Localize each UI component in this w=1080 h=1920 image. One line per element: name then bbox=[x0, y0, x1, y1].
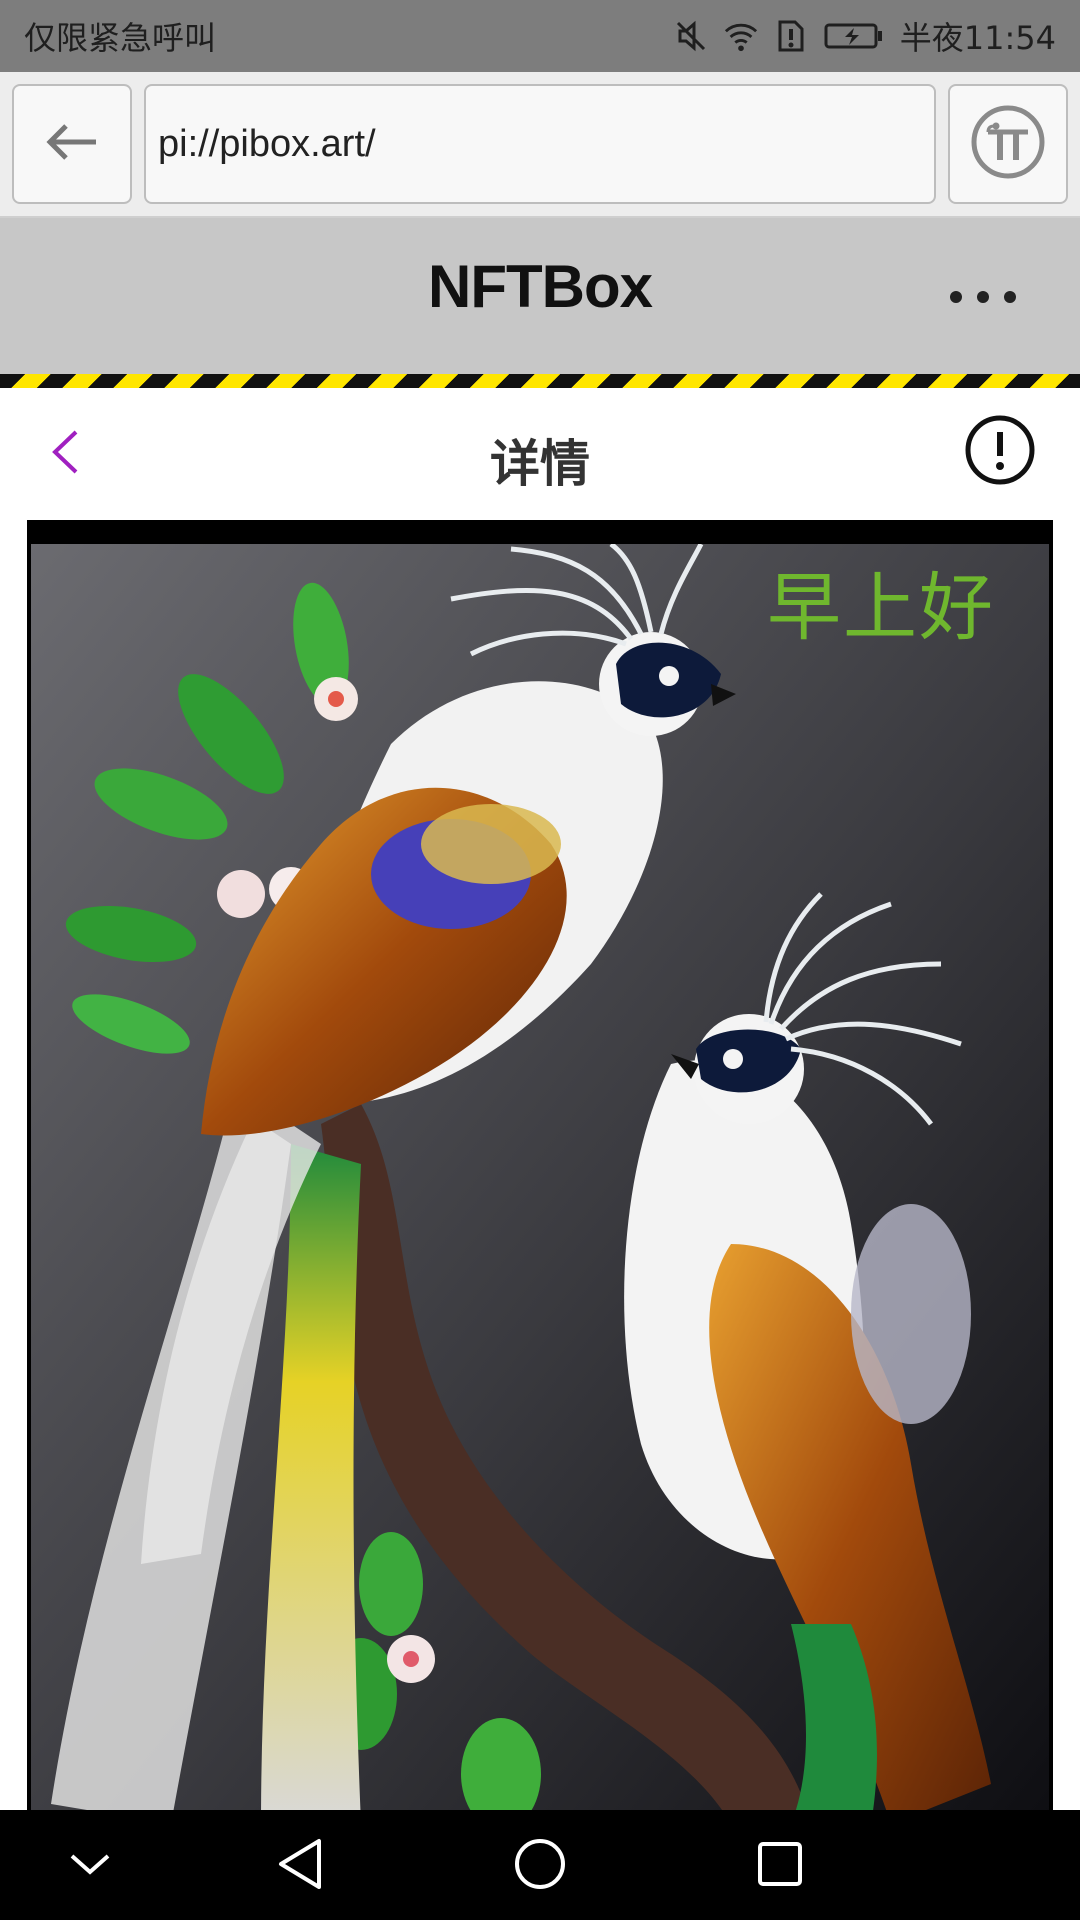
nav-recents-button[interactable] bbox=[748, 1834, 812, 1898]
hazard-stripe-divider bbox=[0, 374, 1080, 388]
more-horizontal-icon bbox=[1004, 291, 1016, 303]
birds-artwork bbox=[31, 544, 1049, 1810]
info-button[interactable] bbox=[964, 414, 1036, 490]
system-nav-bar bbox=[0, 1810, 1080, 1920]
status-icons: 半夜11:54 bbox=[674, 13, 1056, 59]
more-horizontal-icon bbox=[950, 291, 962, 303]
exclamation-circle-icon bbox=[964, 414, 1036, 490]
pi-logo-icon bbox=[970, 104, 1046, 184]
battery-charging-icon bbox=[824, 19, 884, 53]
detail-header: 详情 bbox=[0, 388, 1080, 520]
nav-collapse-button[interactable] bbox=[58, 1834, 122, 1898]
pi-wallet-button[interactable] bbox=[948, 84, 1068, 204]
arrow-left-icon bbox=[44, 122, 100, 166]
more-horizontal-icon bbox=[977, 291, 989, 303]
nft-image: 早上好 bbox=[27, 520, 1053, 1810]
app-header: NFTBox bbox=[0, 218, 1080, 374]
nav-back-button[interactable] bbox=[268, 1834, 332, 1898]
chevron-down-icon bbox=[68, 1850, 112, 1882]
carrier-text: 仅限紧急呼叫 bbox=[24, 19, 217, 57]
url-field[interactable]: pi://pibox.art/ bbox=[144, 84, 936, 204]
image-caption: 早上好 bbox=[767, 565, 995, 651]
browser-back-button[interactable] bbox=[12, 84, 132, 204]
sim-alert-icon bbox=[774, 19, 808, 53]
mute-icon bbox=[674, 19, 708, 53]
status-time: 半夜11:54 bbox=[899, 19, 1056, 57]
home-circle-icon bbox=[513, 1837, 567, 1895]
page-title: 详情 bbox=[490, 435, 590, 493]
status-bar: 仅限紧急呼叫 半夜11:54 bbox=[0, 0, 1080, 72]
more-options-button[interactable] bbox=[950, 282, 1016, 312]
nav-home-button[interactable] bbox=[508, 1834, 572, 1898]
app-title: NFTBox bbox=[428, 253, 653, 320]
recents-square-icon bbox=[756, 1840, 804, 1892]
back-triangle-icon bbox=[275, 1837, 325, 1895]
url-text: pi://pibox.art/ bbox=[158, 122, 376, 165]
browser-toolbar: pi://pibox.art/ bbox=[0, 72, 1080, 218]
wifi-icon bbox=[724, 19, 758, 53]
